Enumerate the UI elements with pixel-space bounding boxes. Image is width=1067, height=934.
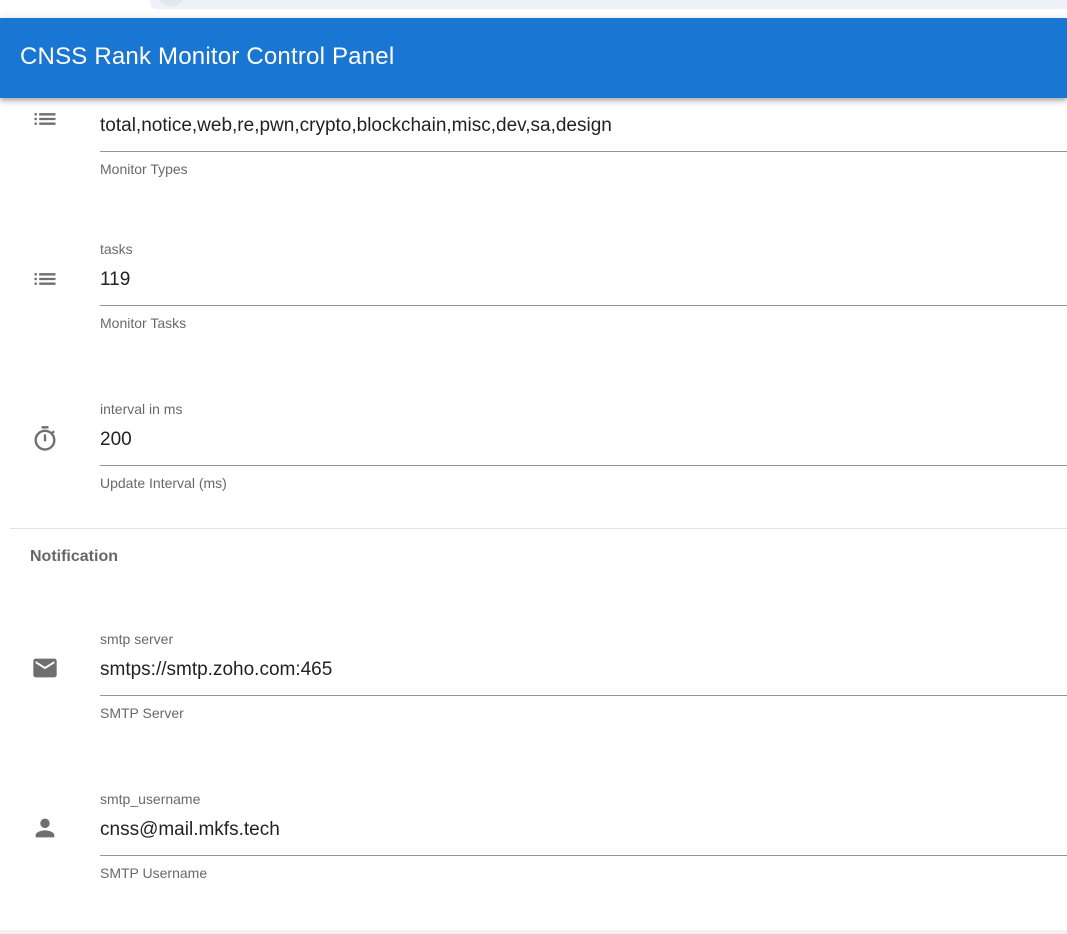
smtp-server-field: smtp server SMTP Server	[0, 630, 1067, 790]
monitor-tasks-label: tasks	[100, 241, 133, 257]
list-icon	[31, 105, 59, 133]
monitor-tasks-field: tasks Monitor Tasks	[0, 240, 1067, 400]
section-divider	[10, 528, 1067, 529]
update-interval-helper: Update Interval (ms)	[100, 475, 227, 491]
smtp-server-underline	[100, 695, 1067, 696]
monitor-types-helper: Monitor Types	[100, 161, 188, 177]
person-icon	[31, 814, 59, 842]
update-interval-underline	[100, 465, 1067, 466]
monitor-types-field: Monitor Types	[0, 86, 1067, 246]
smtp-username-input[interactable]	[100, 814, 1040, 846]
smtp-username-label: smtp_username	[100, 791, 201, 807]
smtp-server-helper: SMTP Server	[100, 705, 184, 721]
bottom-edge	[0, 930, 1067, 934]
monitor-tasks-underline	[100, 305, 1067, 306]
monitor-tasks-input[interactable]	[100, 264, 1040, 296]
timer-icon	[31, 425, 59, 453]
monitor-types-input[interactable]	[100, 110, 1040, 142]
email-icon	[31, 654, 59, 682]
update-interval-label: interval in ms	[100, 401, 183, 417]
smtp-username-underline	[100, 855, 1067, 856]
app-title: CNSS Rank Monitor Control Panel	[20, 43, 395, 70]
notification-section-title: Notification	[30, 548, 118, 565]
monitor-tasks-helper: Monitor Tasks	[100, 315, 187, 331]
smtp-username-helper: SMTP Username	[100, 865, 208, 881]
smtp-server-label: smtp server	[100, 631, 174, 647]
monitor-types-underline	[100, 151, 1067, 152]
smtp-username-field: smtp_username SMTP Username	[0, 790, 1067, 934]
smtp-server-input[interactable]	[100, 654, 1040, 686]
browser-address-bar-edge	[150, 0, 1067, 9]
app-bar: CNSS Rank Monitor Control Panel	[0, 18, 1067, 98]
control-panel-page: CNSS Rank Monitor Control Panel Monitor …	[0, 0, 1067, 934]
browser-chrome-strip	[0, 0, 1067, 18]
update-interval-field: interval in ms Update Interval (ms)	[0, 400, 1067, 560]
update-interval-input[interactable]	[100, 424, 1040, 456]
list-icon	[31, 265, 59, 293]
